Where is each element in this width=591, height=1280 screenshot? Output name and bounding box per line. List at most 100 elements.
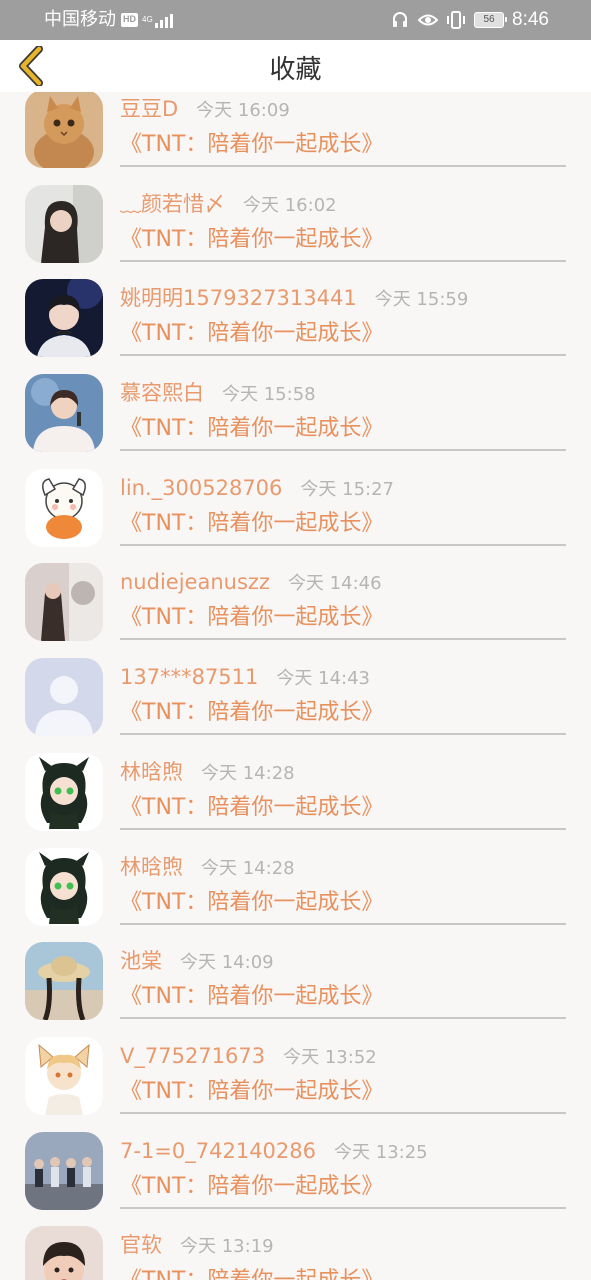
avatar[interactable]	[25, 942, 103, 1021]
divider	[120, 1017, 566, 1020]
user-info: 137***87511 今天 14:43	[120, 662, 370, 692]
list-item[interactable]: 池棠 今天 14:09 《TNT：陪着你一起成长》	[0, 942, 591, 1037]
list-item[interactable]: 慕容熙白 今天 15:58 《TNT：陪着你一起成长》	[0, 374, 591, 469]
avatar[interactable]	[25, 1131, 103, 1210]
list-item[interactable]: 姚明明1579327313441 今天 15:59 《TNT：陪着你一起成长》	[0, 279, 591, 374]
network-type: 4G	[142, 15, 153, 24]
timestamp: 今天 13:52	[283, 1046, 377, 1068]
favorite-title-link[interactable]: 《TNT：陪着你一起成长》	[120, 1266, 383, 1280]
singer-photo-avatar-image	[25, 279, 103, 358]
list-item[interactable]: lin._300528706 今天 15:27 《TNT：陪着你一起成长》	[0, 468, 591, 564]
favorite-title-link[interactable]: 《TNT：陪着你一起成长》	[120, 1172, 383, 1202]
list-item[interactable]: nudiejeanuszz 今天 14:46 《TNT：陪着你一起成长》	[0, 563, 591, 658]
user-nickname[interactable]: 官软	[120, 1230, 162, 1260]
avatar[interactable]	[25, 1226, 103, 1280]
user-info: ﹏颜若惜〆 今天 16:02	[120, 189, 337, 219]
favorite-title-link[interactable]: 《TNT：陪着你一起成长》	[120, 130, 383, 160]
timestamp: 今天 14:09	[180, 952, 274, 974]
avatar[interactable]	[25, 468, 103, 547]
favorite-title-link[interactable]: 《TNT：陪着你一起成长》	[120, 319, 383, 349]
divider	[120, 1111, 566, 1114]
user-info: V_775271673 今天 13:52	[120, 1041, 377, 1071]
timestamp: 今天 13:19	[180, 1236, 274, 1258]
user-nickname[interactable]: 137***87511	[120, 662, 258, 692]
avatar[interactable]	[25, 847, 103, 926]
favorite-title-link[interactable]: 《TNT：陪着你一起成长》	[120, 603, 383, 633]
list-item[interactable]: V_775271673 今天 13:52 《TNT：陪着你一起成长》	[0, 1036, 591, 1132]
list-item[interactable]: 官软今天 13:19 《TNT：陪着你一起成长》	[0, 1226, 591, 1280]
boy-photo-avatar-image	[25, 1226, 103, 1280]
default-user-avatar-image	[25, 658, 103, 737]
favorite-title-link[interactable]: 《TNT：陪着你一起成长》	[120, 698, 383, 728]
user-nickname[interactable]: 林晗煦	[120, 852, 183, 882]
user-nickname[interactable]: 7-1=0_742140286	[120, 1136, 316, 1166]
user-nickname[interactable]: ﹏颜若惜〆	[120, 189, 225, 219]
favorite-title-link[interactable]: 《TNT：陪着你一起成长》	[120, 888, 383, 918]
avatar[interactable]	[25, 374, 103, 453]
straw-hat-photo-avatar-image	[25, 942, 103, 1021]
divider	[120, 165, 566, 167]
anime-character-avatar-image	[25, 752, 103, 831]
divider	[120, 827, 566, 830]
user-info: 官软 今天 13:19	[120, 1230, 274, 1260]
favorite-title-link[interactable]: 《TNT：陪着你一起成长》	[120, 793, 383, 823]
user-nickname[interactable]: 慕容熙白	[120, 378, 204, 408]
favorite-title-link[interactable]: 《TNT：陪着你一起成长》	[120, 225, 383, 255]
avatar[interactable]	[25, 658, 103, 737]
hd-badge: HD	[121, 13, 138, 27]
eye-icon	[418, 10, 439, 30]
user-info: 姚明明1579327313441 今天 15:59	[120, 283, 468, 313]
user-info: 林晗煦 今天 14:28	[120, 757, 295, 787]
clock: 8:46	[512, 9, 549, 30]
divider	[120, 259, 566, 262]
favorite-title-link[interactable]: 《TNT：陪着你一起成长》	[120, 509, 383, 539]
anime-character-avatar-image	[25, 847, 103, 926]
divider	[120, 449, 566, 452]
status-icons: 56 8:46	[390, 8, 549, 32]
user-info: 豆豆D 今天 16:09	[120, 94, 290, 124]
signal-icon	[155, 12, 173, 28]
favorites-list[interactable]: 豆豆D 今天 16:09 《TNT：陪着你一起成长》 ﹏颜若惜〆 今天 16:02 《TN…	[0, 92, 591, 1280]
divider	[120, 733, 566, 736]
timestamp: 今天 14:43	[276, 668, 370, 690]
user-nickname[interactable]: V_775271673	[120, 1041, 265, 1071]
user-nickname[interactable]: 林晗煦	[120, 757, 183, 787]
header: 收藏	[0, 40, 591, 92]
user-nickname[interactable]: lin._300528706	[120, 473, 282, 503]
timestamp: 今天 15:59	[374, 289, 469, 311]
user-nickname[interactable]: 姚明明1579327313441	[120, 283, 357, 313]
avatar[interactable]	[25, 563, 103, 642]
list-item[interactable]: 豆豆D 今天 16:09 《TNT：陪着你一起成长》	[0, 92, 591, 185]
user-nickname[interactable]: 池棠	[120, 946, 162, 976]
avatar[interactable]	[25, 92, 103, 168]
timestamp: 今天 14:28	[201, 762, 295, 784]
user-info: 慕容熙白 今天 15:58	[120, 378, 316, 408]
performer-photo-avatar-image	[25, 374, 103, 453]
favorite-title-link[interactable]: 《TNT：陪着你一起成长》	[120, 1077, 383, 1107]
user-nickname[interactable]: 豆豆D	[120, 94, 178, 124]
list-item[interactable]: 137***87511 今天 14:43 《TNT：陪着你一起成长》	[0, 658, 591, 753]
timestamp: 今天 16:09	[196, 100, 290, 121]
list-item[interactable]: ﹏颜若惜〆 今天 16:02 《TNT：陪着你一起成长》	[0, 184, 591, 280]
user-info: 林晗煦 今天 14:28	[120, 852, 295, 882]
list-item[interactable]: 林晗煦 今天 14:28 《TNT：陪着你一起成长》	[0, 752, 591, 848]
list-item[interactable]: 7-1=0_742140286 今天 13:25 《TNT：陪着你一起成长》	[0, 1131, 591, 1227]
favorites-rows: 豆豆D 今天 16:09 《TNT：陪着你一起成长》 ﹏颜若惜〆 今天 16:02 《TN…	[0, 92, 591, 1280]
divider	[120, 1206, 566, 1209]
avatar[interactable]	[25, 752, 103, 831]
avatar[interactable]	[25, 279, 103, 358]
timestamp: 今天 15:58	[222, 384, 316, 406]
divider	[120, 354, 566, 357]
user-info: 池棠 今天 14:09	[120, 946, 274, 976]
vibrate-icon	[446, 10, 466, 30]
avatar[interactable]	[25, 1036, 103, 1115]
favorite-title-link[interactable]: 《TNT：陪着你一起成长》	[120, 414, 383, 444]
headset-icon	[390, 10, 410, 30]
timestamp: 今天 16:02	[243, 194, 337, 216]
list-item[interactable]: 林晗煦 今天 14:28 《TNT：陪着你一起成长》	[0, 847, 591, 943]
carrier-info: 中国移动 HD 4G	[44, 8, 173, 32]
avatar[interactable]	[25, 184, 103, 263]
favorite-title-link[interactable]: 《TNT：陪着你一起成长》	[120, 982, 383, 1012]
group-photo-avatar-image	[25, 1131, 103, 1210]
user-nickname[interactable]: nudiejeanuszz	[120, 567, 270, 597]
